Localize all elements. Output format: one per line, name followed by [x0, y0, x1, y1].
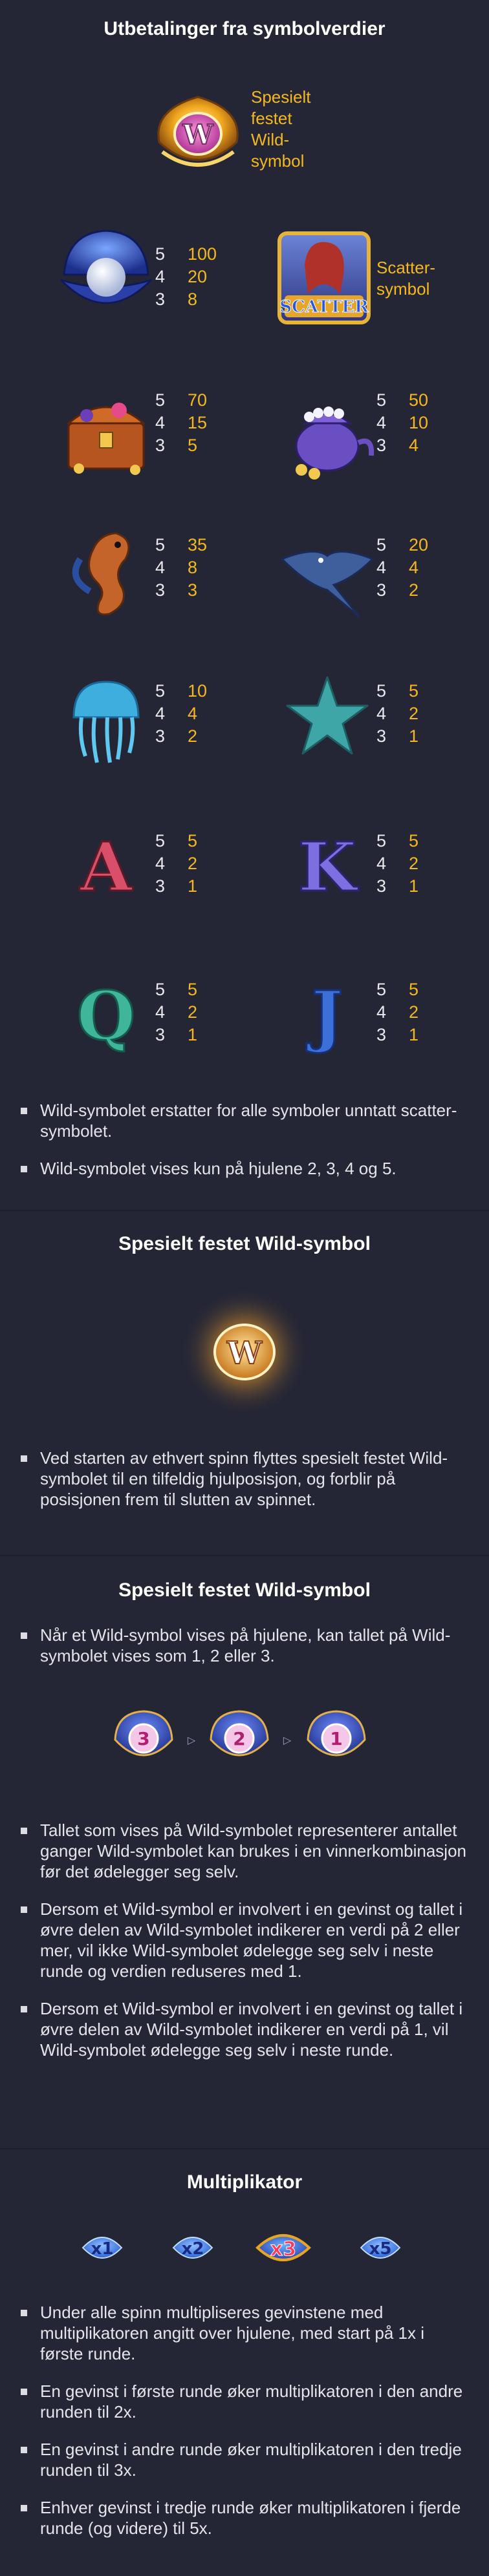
letter-q-icon: Q	[54, 963, 158, 1066]
wild-counter-3-icon: 3	[114, 1710, 173, 1757]
list-item: Under alle spinn multipliseres gevinsten…	[18, 2302, 471, 2364]
wild-counter-2-icon: 2	[210, 1710, 269, 1757]
list-item: En gevinst i første runde øker multiplik…	[18, 2381, 471, 2422]
special-wild-counter-rules-list: Tallet som vises på Wild-symbolet repres…	[18, 1820, 471, 2077]
svg-text:SCATTER: SCATTER	[279, 297, 369, 317]
svg-text:A: A	[80, 827, 133, 907]
treasure-chest-payouts: 5 70 4 15 35	[155, 390, 208, 455]
jellyfish-payouts: 5 10 44 32	[155, 681, 208, 746]
svg-text:3: 3	[137, 1728, 149, 1749]
special-wild-label: Spesielt festet Wild-symbol	[251, 87, 311, 171]
special-wild-counter-title: Spesielt festet Wild-symbol	[118, 1579, 371, 1601]
letter-k-icon: K	[276, 814, 379, 918]
scatter-label: Scatter-symbol	[376, 258, 436, 299]
list-item: Dersom et Wild-symbol er involvert i en …	[18, 1899, 471, 1981]
pearl-shell-icon	[54, 223, 158, 326]
glowing-wild-icon: W	[180, 1287, 309, 1417]
starfish-payouts: 55 42 31	[376, 681, 419, 746]
svg-text:J: J	[306, 976, 343, 1055]
svg-text:W: W	[226, 1335, 263, 1371]
pearl-shell-payouts: 5 100 4 20 38	[155, 244, 217, 309]
multiplier-title: Multiplikator	[186, 2171, 303, 2193]
letter-j-payouts: 55 42 31	[376, 980, 419, 1044]
teapot-with-pearls-icon	[276, 378, 379, 481]
special-wild-intro-list: Når et Wild-symbol vises på hjulene, kan…	[18, 1625, 471, 1683]
letter-a-icon: A	[54, 814, 158, 918]
treasure-chest-icon	[54, 378, 158, 481]
letter-k-payouts: 55 42 31	[376, 831, 419, 896]
list-item: Enhver gevinst i tredje runde øker multi…	[18, 2497, 471, 2539]
manta-ray-icon	[276, 520, 379, 624]
list-item: Tallet som vises på Wild-symbolet repres…	[18, 1820, 471, 1882]
special-wild-title: Spesielt festet Wild-symbol	[118, 1233, 371, 1254]
multiplier-section: Multiplikator x1 x2 x3 x5 Under alle spi…	[0, 2149, 489, 2576]
letter-j-icon: J	[276, 963, 379, 1066]
list-item: En gevinst i andre runde øker multiplika…	[18, 2439, 471, 2480]
multiplier-x5-badge: x5	[360, 2237, 401, 2259]
multiplier-x2-badge: x2	[172, 2237, 213, 2259]
list-item: Når et Wild-symbol vises på hjulene, kan…	[18, 1625, 471, 1666]
list-item: Dersom et Wild-symbol er involvert i en …	[18, 1998, 471, 2060]
svg-text:x5: x5	[369, 2239, 392, 2259]
svg-text:1: 1	[330, 1728, 342, 1749]
svg-text:x2: x2	[182, 2239, 204, 2259]
seahorse-icon	[54, 520, 158, 624]
svg-text:K: K	[298, 827, 359, 907]
payouts-rules-list: Wild-symbolet erstatter for alle symbole…	[18, 1100, 471, 1196]
svg-text:2: 2	[233, 1728, 245, 1749]
multiplier-badges: x1 x2 x3 x5	[76, 2222, 413, 2274]
multiplier-x1-badge: x1	[82, 2237, 123, 2259]
payouts-section: Utbetalinger fra symbolverdier W Spesiel…	[0, 0, 489, 1210]
mermaid-scatter-icon: SCATTER	[276, 229, 373, 326]
list-item: Wild-symbolet vises kun på hjulene 2, 3,…	[18, 1158, 471, 1179]
starfish-icon	[276, 666, 379, 769]
svg-text:Q: Q	[77, 976, 136, 1055]
arrow-right-icon: ▷	[283, 1734, 292, 1746]
special-wild-counter-section: Spesielt festet Wild-symbol Når et Wild-…	[0, 1556, 489, 2148]
jellyfish-icon	[54, 666, 158, 769]
svg-text:W: W	[182, 119, 213, 151]
seahorse-payouts: 5 35 48 33	[155, 535, 208, 600]
payouts-title: Utbetalinger fra symbolverdier	[103, 18, 386, 39]
list-item: Ved starten av ethvert spinn flyttes spe…	[18, 1448, 471, 1510]
multiplier-x3-badge: x3	[255, 2234, 311, 2261]
wild-counter-1-icon: 1	[307, 1710, 366, 1757]
svg-text:x3: x3	[270, 2238, 296, 2261]
letter-a-payouts: 55 42 31	[155, 831, 198, 896]
letter-q-payouts: 55 42 31	[155, 980, 198, 1044]
manta-ray-payouts: 5 20 44 32	[376, 535, 429, 600]
special-wild-rules-list: Ved starten av ethvert spinn flyttes spe…	[18, 1448, 471, 1526]
teapot-payouts: 5 50 4 10 34	[376, 390, 429, 455]
multiplier-rules-list: Under alle spinn multipliseres gevinsten…	[18, 2302, 471, 2555]
special-wild-icon: W	[146, 81, 250, 184]
special-wild-section: Spesielt festet Wild-symbol W Ved starte…	[0, 1211, 489, 1555]
list-item: Wild-symbolet erstatter for alle symbole…	[18, 1100, 471, 1141]
svg-text:x1: x1	[91, 2239, 114, 2259]
arrow-right-icon: ▷	[188, 1734, 196, 1746]
wild-counter-sequence: 3 ▷ 2 ▷ 1	[110, 1706, 379, 1771]
